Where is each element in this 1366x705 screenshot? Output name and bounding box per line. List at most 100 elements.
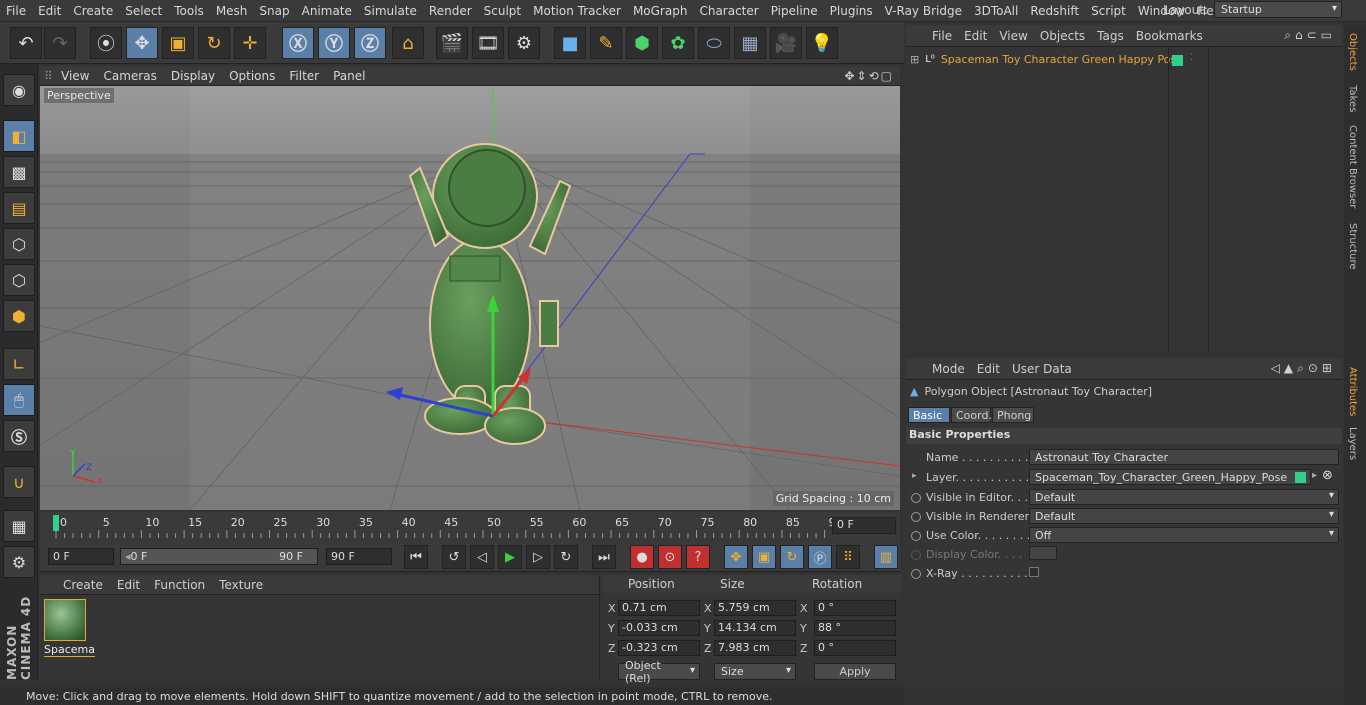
material-menu-edit[interactable]: Edit (110, 578, 147, 592)
viewport-nav-icons[interactable]: ✥⇕⟲▢ (844, 69, 900, 83)
layer-color-swatch[interactable] (1172, 55, 1183, 66)
next-frame-icon[interactable]: ▷ (526, 545, 550, 569)
menu-v-ray-bridge[interactable]: V-Ray Bridge (879, 4, 968, 18)
attribute-menu-edit[interactable]: Edit (971, 362, 1006, 376)
menu-redshift[interactable]: Redshift (1024, 4, 1085, 18)
attribute-menu-user-data[interactable]: User Data (1006, 362, 1078, 376)
layer-picker-icon[interactable]: ⊗ (1322, 468, 1333, 483)
key-parameter-icon[interactable]: Ⓟ (808, 545, 832, 569)
scale-tool-icon[interactable]: ▣ (162, 27, 194, 59)
timeline-window-icon[interactable]: ▥ (874, 545, 898, 569)
tab-basic[interactable]: Basic (908, 407, 950, 423)
workplane-icon[interactable]: ▤ (3, 192, 35, 224)
side-tab-content-browser[interactable]: Content Browser (1347, 125, 1358, 208)
object-menu-view[interactable]: View (993, 29, 1033, 43)
tab-coord[interactable]: Coord. (951, 407, 992, 423)
rotation-x-field[interactable]: 0 ° (814, 600, 896, 616)
name-field[interactable]: Astronaut Toy Character (1029, 449, 1339, 465)
magnet-icon[interactable]: ∪ (3, 466, 35, 498)
size-y-field[interactable]: 14.134 cm (714, 620, 796, 636)
texture-mode-icon[interactable]: ▩ (3, 156, 35, 188)
viewport-menu-display[interactable]: Display (164, 69, 222, 83)
go-to-end-icon[interactable]: ⏭ (592, 545, 616, 569)
polygons-mode-icon[interactable]: ⬢ (3, 300, 35, 332)
rotate-tool-icon[interactable]: ↻ (198, 27, 230, 59)
visibility-dots-icon[interactable]: ⁚ (1190, 53, 1193, 63)
menu-simulate[interactable]: Simulate (358, 4, 423, 18)
menu-edit[interactable]: Edit (32, 4, 67, 18)
menu-tools[interactable]: Tools (168, 4, 210, 18)
current-frame-field[interactable]: 0 F (832, 517, 896, 534)
material-name[interactable]: Spacema (44, 643, 95, 657)
floor-icon[interactable]: ▦ (734, 27, 766, 59)
vis-editor-radio[interactable] (911, 493, 921, 503)
start-frame-field[interactable]: 0 F (48, 548, 114, 565)
cube-primitive-icon[interactable]: ■ (554, 27, 586, 59)
record-keys-icon[interactable]: ● (630, 545, 654, 569)
menu-sculpt[interactable]: Sculpt (478, 4, 527, 18)
object-menu-bookmarks[interactable]: Bookmarks (1130, 29, 1209, 43)
side-tab-objects[interactable]: Objects (1347, 33, 1358, 71)
axis-mode-icon[interactable]: ∟ (3, 348, 35, 380)
menu-script[interactable]: Script (1085, 4, 1132, 18)
menu-render[interactable]: Render (423, 4, 478, 18)
material-menu-create[interactable]: Create (56, 578, 110, 592)
workplane-lock-icon[interactable]: ▦ (3, 510, 35, 542)
size-z-field[interactable]: 7.983 cm (714, 640, 796, 656)
menu-animate[interactable]: Animate (296, 4, 358, 18)
material-menu-function[interactable]: Function (147, 578, 212, 592)
snap-settings-icon[interactable]: ⚙ (3, 546, 35, 578)
xray-radio[interactable] (911, 569, 921, 579)
layer-arrow-icon[interactable]: ▸ (1312, 470, 1317, 481)
vis-editor-dropdown[interactable]: Default (1029, 489, 1339, 505)
play-icon[interactable]: ▶ (498, 545, 522, 569)
menu-snap[interactable]: Snap (253, 4, 295, 18)
size-mode-dropdown[interactable]: Size (714, 663, 796, 680)
menu-pipeline[interactable]: Pipeline (765, 4, 824, 18)
viewport-menu-cameras[interactable]: Cameras (96, 69, 163, 83)
next-key-icon[interactable]: ↻ (554, 545, 578, 569)
menu-mograph[interactable]: MoGraph (627, 4, 694, 18)
attribute-menu-mode[interactable]: Mode (926, 362, 971, 376)
redo-icon[interactable]: ↷ (44, 27, 76, 59)
apply-button[interactable]: Apply (814, 663, 896, 680)
use-color-dropdown[interactable]: Off (1029, 527, 1339, 543)
key-position-icon[interactable]: ✥ (724, 545, 748, 569)
side-tab-structure[interactable]: Structure (1347, 223, 1358, 270)
keyframe-selection-icon[interactable]: ? (686, 545, 710, 569)
position-y-field[interactable]: -0.033 cm (618, 620, 700, 636)
object-menu-file[interactable]: File (926, 29, 958, 43)
menu-create[interactable]: Create (67, 4, 119, 18)
light-icon[interactable]: 💡 (806, 27, 838, 59)
object-menu-tags[interactable]: Tags (1091, 29, 1130, 43)
previous-key-icon[interactable]: ↺ (442, 545, 466, 569)
menu-3dtoall[interactable]: 3DToAll (968, 4, 1024, 18)
position-x-field[interactable]: 0.71 cm (618, 600, 700, 616)
key-pla-icon[interactable]: ⠿ (836, 545, 860, 569)
camera-icon[interactable]: 🎥 (770, 27, 802, 59)
rotation-z-field[interactable]: 0 ° (814, 640, 896, 656)
pen-spline-icon[interactable]: ✎ (590, 27, 622, 59)
material-thumbnail[interactable] (44, 599, 86, 641)
deformer-icon[interactable]: ⬭ (698, 27, 730, 59)
points-mode-icon[interactable]: ⬡ (3, 228, 35, 260)
viewport-menu-options[interactable]: Options (222, 69, 282, 83)
position-z-field[interactable]: -0.323 cm (618, 640, 700, 656)
timeline-ruler[interactable]: 051015202530354045505560657075808590 0 F (40, 512, 900, 542)
model-mode-icon[interactable]: ◧ (3, 120, 35, 152)
menu-character[interactable]: Character (693, 4, 764, 18)
end-frame-field[interactable]: 90 F (326, 548, 392, 565)
viewport-menu-view[interactable]: View (54, 69, 96, 83)
use-color-radio[interactable] (911, 531, 921, 541)
object-row[interactable]: ⊞ L⁰ Spaceman Toy Character Green Happy … (910, 53, 1183, 66)
size-x-field[interactable]: 5.759 cm (714, 600, 796, 616)
viewport-menu-filter[interactable]: Filter (282, 69, 326, 83)
live-selection-icon[interactable]: ⦿ (90, 27, 122, 59)
material-menu-texture[interactable]: Texture (212, 578, 270, 592)
side-tab-layers[interactable]: Layers (1347, 427, 1358, 460)
3d-viewport[interactable]: Y X Z Perspective Grid Spacing : 10 cm (40, 86, 900, 510)
y-axis-lock-icon[interactable]: Ⓨ (318, 27, 350, 59)
frame-ruler[interactable]: 051015202530354045505560657075808590 (50, 512, 843, 538)
side-tab-attributes[interactable]: Attributes (1347, 367, 1358, 416)
viewport-menu-panel[interactable]: Panel (326, 69, 372, 83)
